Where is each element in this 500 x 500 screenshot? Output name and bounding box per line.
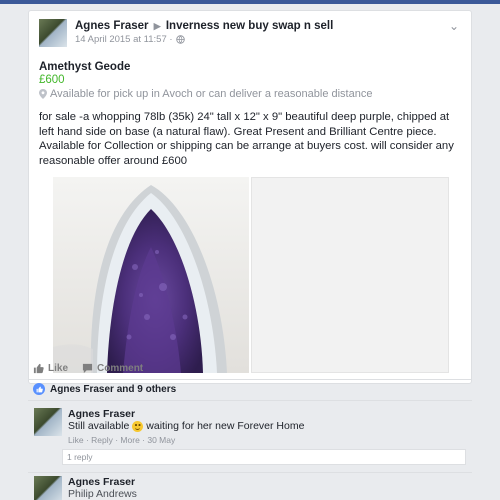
- listing-price: £600: [39, 74, 65, 86]
- author-name[interactable]: Agnes Fraser: [75, 20, 149, 32]
- comment-body: Agnes Fraser Still available waiting for…: [68, 408, 472, 446]
- replies-link[interactable]: 1 reply: [62, 449, 466, 465]
- geode-image: [53, 177, 249, 373]
- smiley-emoji-icon: [132, 421, 144, 432]
- chevron-down-icon[interactable]: ⌄: [447, 19, 461, 33]
- tagged-name[interactable]: Philip Andrews: [68, 488, 472, 500]
- thumbs-up-icon: [33, 363, 44, 373]
- listing-description: for sale -a whopping 78lb (35k) 24" tall…: [39, 111, 454, 167]
- divider: [28, 472, 472, 473]
- likes-summary-row[interactable]: Agnes Fraser and 9 others: [28, 383, 472, 395]
- group-name[interactable]: Inverness new buy swap n sell: [166, 20, 333, 32]
- listing-title: Amethyst Geode: [39, 61, 131, 73]
- comment-meta[interactable]: Like · Reply · More · 30 May: [68, 434, 472, 446]
- post-header-text: Agnes Fraser ▶ Inverness new buy swap n …: [75, 19, 447, 46]
- comment-bubble-icon: [82, 363, 93, 373]
- comment-label: Comment: [97, 362, 144, 374]
- commenter-avatar[interactable]: [34, 408, 62, 436]
- author-avatar[interactable]: [39, 19, 67, 47]
- comment-text-end: waiting for her new Forever Home: [146, 420, 305, 432]
- comment-text-start: Still available: [68, 420, 130, 432]
- commenter-avatar[interactable]: [34, 476, 62, 500]
- listing-location: Available for pick up in Avoch or can de…: [50, 88, 373, 100]
- post-header: Agnes Fraser ▶ Inverness new buy swap n …: [29, 11, 471, 47]
- commenter-name[interactable]: Agnes Fraser: [68, 408, 472, 420]
- geode-photo[interactable]: [53, 177, 249, 373]
- like-label: Like: [48, 362, 69, 374]
- likes-summary[interactable]: Agnes Fraser and 9 others: [50, 384, 176, 395]
- post-timestamp-row: 14 April 2015 at 11:57 ·: [75, 33, 447, 46]
- post-timestamp[interactable]: 14 April 2015 at 11:57 ·: [75, 33, 173, 46]
- globe-icon: [175, 35, 185, 44]
- arrow-right-icon: ▶: [153, 21, 161, 31]
- comment-body: Agnes Fraser Philip Andrews: [68, 476, 472, 500]
- like-badge-icon: [33, 383, 45, 395]
- comment-item: Agnes Fraser Philip Andrews: [28, 476, 472, 500]
- comment-item: Agnes Fraser Still available waiting for…: [28, 408, 472, 446]
- top-nav-bar: [0, 0, 500, 4]
- blank-photo[interactable]: [251, 177, 449, 373]
- comment-text: Still available waiting for her new Fore…: [68, 420, 472, 433]
- post-actions: Like Comment: [28, 358, 472, 378]
- location-pin-icon: [39, 89, 47, 99]
- post-card: Agnes Fraser ▶ Inverness new buy swap n …: [28, 10, 472, 384]
- commenter-name[interactable]: Agnes Fraser: [68, 476, 472, 488]
- listing-location-row: Available for pick up in Avoch or can de…: [29, 86, 471, 100]
- photo-grid: [29, 168, 471, 373]
- post-headline: Agnes Fraser ▶ Inverness new buy swap n …: [75, 19, 447, 33]
- divider: [28, 379, 472, 380]
- like-button[interactable]: Like: [33, 363, 68, 374]
- divider: [28, 400, 472, 401]
- comment-button[interactable]: Comment: [82, 363, 143, 374]
